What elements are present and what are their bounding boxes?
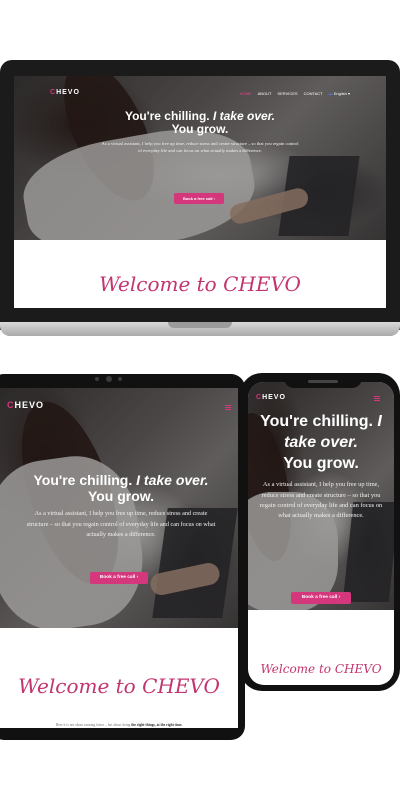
- arrow-right-icon: ›: [338, 595, 341, 600]
- tablet-screen: CHEVO You're chilling. I take over. You …: [0, 388, 238, 728]
- hero-text: You're chilling. I take over. You grow. …: [100, 109, 300, 154]
- main-nav: HOME ABOUT SERVICES CONTACT ▬ English ▾: [240, 91, 350, 96]
- hero-text: You're chilling. I take over. You grow. …: [14, 472, 228, 540]
- menu-icon[interactable]: [374, 396, 380, 402]
- welcome-heading: Welcome to CHEVO: [99, 272, 301, 296]
- laptop-screen: CHEVO HOME ABOUT SERVICES CONTACT ▬ Engl…: [14, 76, 386, 308]
- menu-icon[interactable]: [225, 405, 231, 411]
- tablet-sensor: [118, 377, 122, 381]
- laptop-notch: [168, 322, 232, 328]
- hero-subtitle: As a virtual assistant, I help you free …: [26, 510, 216, 538]
- language-selector[interactable]: ▬ English ▾: [329, 91, 350, 96]
- nav-home[interactable]: HOME: [240, 91, 252, 96]
- site-logo[interactable]: CHEVO: [256, 394, 286, 401]
- tablet-camera-lens: [106, 376, 112, 382]
- hero-text: You're chilling. I take over. You grow. …: [258, 412, 384, 521]
- phone-speaker: [308, 380, 338, 383]
- phone-screen: CHEVO You're chilling. I take over. You …: [248, 382, 394, 685]
- intro-text: Here it is not about running faster – bu…: [55, 723, 183, 727]
- flag-icon: ▬: [328, 91, 333, 96]
- hero-title: You're chilling. I take over. You grow.: [33, 472, 209, 504]
- hero-subtitle: As a virtual assistant, I help you free …: [259, 481, 383, 520]
- welcome-heading: Welcome to CHEVO: [260, 662, 382, 676]
- arrow-right-icon: ›: [213, 196, 216, 201]
- site-logo[interactable]: CHEVO: [7, 400, 44, 410]
- nav-contact[interactable]: CONTACT: [304, 91, 323, 96]
- nav-about[interactable]: ABOUT: [258, 91, 272, 96]
- arrow-right-icon: ›: [136, 575, 139, 580]
- hero-subtitle: As a virtual assistant, I help you free …: [101, 140, 299, 153]
- nav-services[interactable]: SERVICES: [277, 91, 297, 96]
- welcome-heading: Welcome to CHEVO: [18, 674, 220, 698]
- book-call-button[interactable]: Book a free call ›: [291, 592, 351, 604]
- site-logo[interactable]: CHEVO: [50, 89, 80, 96]
- tablet-camera: [95, 377, 99, 381]
- hero-title: You're chilling. I take over. You grow.: [124, 109, 276, 137]
- book-call-button[interactable]: Book a free call ›: [174, 193, 224, 204]
- hero-photo: [14, 76, 386, 240]
- hero-title: You're chilling. I take over. You grow.: [260, 413, 382, 472]
- book-call-button[interactable]: Book a free call ›: [90, 572, 148, 584]
